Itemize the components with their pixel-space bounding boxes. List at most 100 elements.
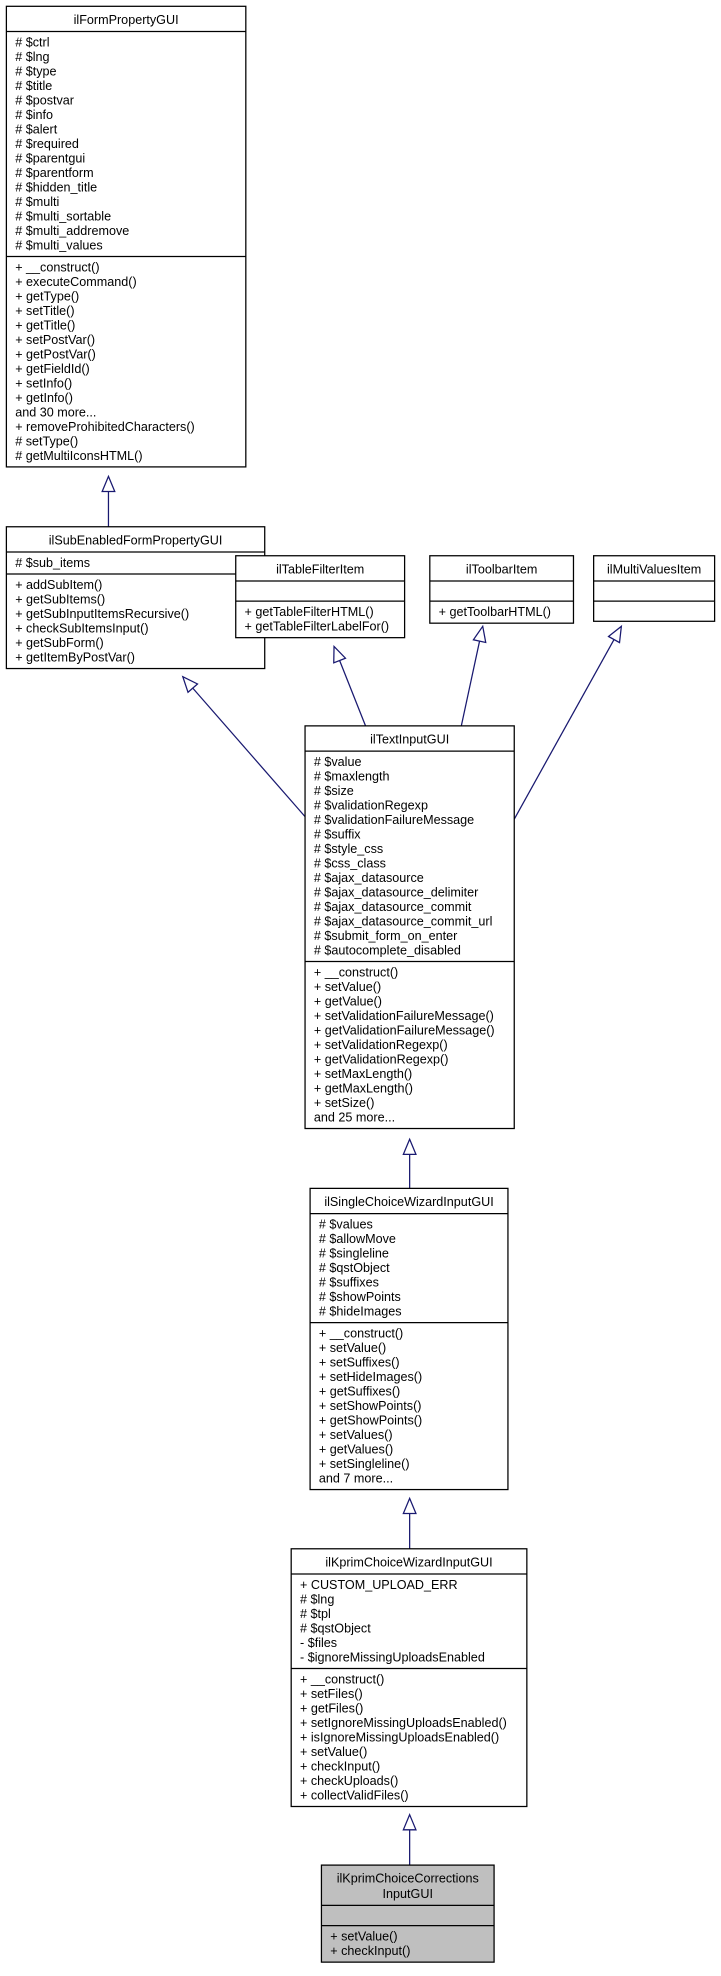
class-method: + __construct() <box>15 261 99 275</box>
class-attribute: # $values <box>319 1218 373 1232</box>
class-method: + getTitle() <box>15 319 75 333</box>
class-attribute: # $size <box>314 784 354 798</box>
class-box-ilFormPropertyGUI[interactable]: ilFormPropertyGUI# $ctrl# $lng# $type# $… <box>5 5 247 468</box>
inheritance-edge <box>101 474 116 527</box>
class-method: + getShowPoints() <box>319 1414 422 1428</box>
class-method: + setSuffixes() <box>319 1356 400 1370</box>
class-name[interactable]: ilFormPropertyGUI <box>74 13 179 27</box>
class-method: + removeProhibitedCharacters() <box>15 420 195 434</box>
class-method: + getValue() <box>314 995 382 1009</box>
class-method: + getPostVar() <box>15 348 96 362</box>
class-method: + setInfo() <box>15 377 72 391</box>
class-box-ilSubEnabledFormPropertyGUI[interactable]: ilSubEnabledFormPropertyGUI # $sub_items +… <box>5 526 266 670</box>
class-attribute: # $showPoints <box>319 1290 401 1304</box>
class-attribute: # $alert <box>15 123 58 137</box>
class-attribute: # $ctrl <box>15 36 49 50</box>
inheritance-arrowhead-icon <box>402 1137 417 1155</box>
class-name[interactable]: ilToolbarItem <box>466 562 537 576</box>
class-name[interactable]: ilTableFilterItem <box>276 562 364 576</box>
inheritance-arrowhead-icon <box>333 644 347 664</box>
class-attribute: # $parentform <box>15 166 93 180</box>
class-attribute: # $suffix <box>314 828 361 842</box>
class-method: + setValue() <box>319 1341 386 1355</box>
class-box-ilKprimChoiceCorrectionsInputGUI[interactable]: ilKprimChoiceCorrectionsInputGUI + setVal… <box>320 1864 495 1963</box>
class-box-ilTextInputGUI[interactable]: ilTextInputGUI # $value# $maxlength# $siz… <box>304 725 515 1130</box>
class-method: + setValue() <box>300 1745 367 1759</box>
class-attribute: # $value <box>314 755 362 769</box>
class-attribute: # $sub_items <box>15 556 90 570</box>
inheritance-arrowhead-icon <box>402 1813 417 1831</box>
class-method: + setIgnoreMissingUploadsEnabled() <box>300 1716 507 1730</box>
class-name[interactable]: ilMultiValuesItem <box>607 562 701 576</box>
class-method: + setValue() <box>314 980 381 994</box>
inheritance-edge <box>402 1496 417 1549</box>
class-box-ilTableFilterItem[interactable]: ilTableFilterItem + getTableFilterHTML()+… <box>235 555 406 639</box>
class-name[interactable]: ilSubEnabledFormPropertyGUI <box>49 533 223 547</box>
class-method: and 7 more... <box>319 1472 393 1486</box>
class-method: + getTableFilterHTML() <box>245 605 374 619</box>
class-attribute: # $autocomplete_disabled <box>314 944 461 958</box>
edge-line <box>192 687 306 818</box>
class-method: + getFiles() <box>300 1702 363 1716</box>
class-method: + addSubItem() <box>15 578 102 592</box>
inheritance-edge <box>513 624 623 820</box>
class-method: + setFiles() <box>300 1687 363 1701</box>
class-name[interactable]: ilKprimChoiceCorrections <box>337 1872 479 1886</box>
class-attribute: # $hidden_title <box>15 181 97 195</box>
class-method: + setSize() <box>314 1096 375 1110</box>
edge-line <box>460 640 481 727</box>
class-method: + getSubInputItemsRecursive() <box>15 607 189 621</box>
inheritance-arrowhead-icon <box>472 624 487 644</box>
class-name[interactable]: ilKprimChoiceWizardInputGUI <box>325 1555 492 1569</box>
inheritance-arrowhead-icon <box>607 624 623 644</box>
class-method: + setHideImages() <box>319 1370 422 1384</box>
class-attribute: # $multi_addremove <box>15 224 129 238</box>
class-attribute: # $style_css <box>314 842 383 856</box>
class-method: + getValidationFailureMessage() <box>314 1024 495 1038</box>
class-method: + checkInput() <box>300 1760 380 1774</box>
class-attribute: - $files <box>300 1636 337 1650</box>
class-attribute: # $submit_form_on_enter <box>314 929 458 943</box>
class-method: + getItemByPostVar() <box>15 651 135 665</box>
class-box-ilToolbarItem[interactable]: ilToolbarItem + getToolbarHTML() <box>429 555 575 624</box>
class-boxes: ilFormPropertyGUI# $ctrl# $lng# $type# $… <box>5 5 716 1963</box>
class-name[interactable]: ilSingleChoiceWizardInputGUI <box>324 1195 493 1209</box>
class-attribute: - $ignoreMissingUploadsEnabled <box>300 1651 485 1665</box>
class-name[interactable]: InputGUI <box>383 1887 433 1901</box>
class-box-ilSingleChoiceWizardInputGUI[interactable]: ilSingleChoiceWizardInputGUI# $values# $… <box>309 1187 509 1491</box>
inheritance-arrowhead-icon <box>181 675 199 694</box>
class-method: + __construct() <box>314 966 398 980</box>
class-attribute: # $lng <box>15 50 49 64</box>
class-attribute: # $required <box>15 137 79 151</box>
class-attribute: # $postvar <box>15 94 74 108</box>
class-method: + getMaxLength() <box>314 1082 413 1096</box>
class-method: # setType() <box>15 434 78 448</box>
class-attribute: + CUSTOM_UPLOAD_ERR <box>300 1578 458 1592</box>
class-attribute: # $allowMove <box>319 1232 396 1246</box>
class-method: + isIgnoreMissingUploadsEnabled() <box>300 1731 499 1745</box>
inheritance-edge <box>460 624 487 727</box>
class-method: + setMaxLength() <box>314 1067 412 1081</box>
class-name[interactable]: ilTextInputGUI <box>370 733 449 747</box>
class-attribute: # $info <box>15 108 53 122</box>
inheritance-arrowhead-icon <box>402 1496 417 1515</box>
class-attribute: # $css_class <box>314 857 386 871</box>
inheritance-edge <box>181 675 306 818</box>
class-method: + setShowPoints() <box>319 1399 422 1413</box>
class-attribute: # $title <box>15 79 52 93</box>
class-method: + __construct() <box>319 1327 403 1341</box>
edge-line <box>513 639 615 820</box>
class-method: + setValues() <box>319 1428 393 1442</box>
class-attribute: # $multi <box>15 195 59 209</box>
class-box-ilMultiValuesItem[interactable]: ilMultiValuesItem <box>593 555 716 622</box>
class-box-ilKprimChoiceWizardInputGUI[interactable]: ilKprimChoiceWizardInputGUI + CUSTOM_UPLO… <box>290 1548 528 1808</box>
class-method: + setTitle() <box>15 304 74 318</box>
class-attribute: # $type <box>15 65 56 79</box>
class-method: + getValues() <box>319 1443 393 1457</box>
class-attribute: # $qstObject <box>300 1622 371 1636</box>
class-attribute: # $parentgui <box>15 152 85 166</box>
class-method: + getSuffixes() <box>319 1385 400 1399</box>
class-method: + checkUploads() <box>300 1774 398 1788</box>
class-method: + setPostVar() <box>15 333 95 347</box>
class-attribute: # $lng <box>300 1593 334 1607</box>
